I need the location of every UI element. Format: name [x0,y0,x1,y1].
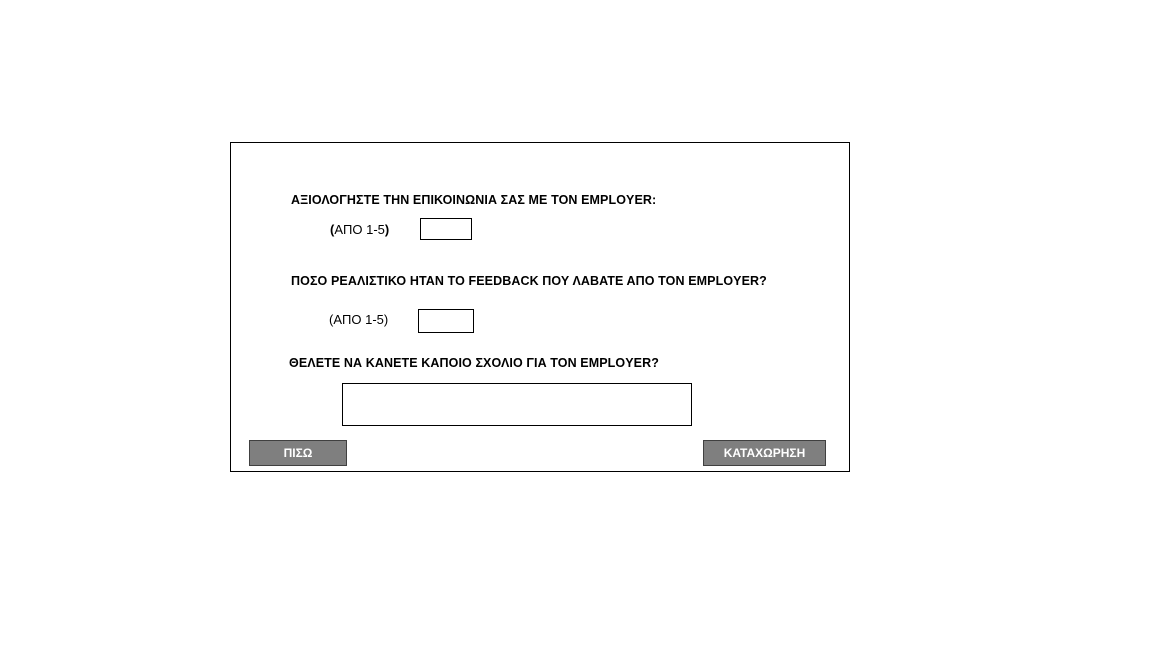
feedback-realism-scale-label: (ΑΠΟ 1-5) [329,312,389,327]
back-button[interactable]: ΠΙΣΩ [249,440,347,466]
communication-rating-scale-label: (ΑΠΟ 1-5) [330,222,389,237]
submit-button[interactable]: ΚΑΤΑΧΩΡΗΣΗ [703,440,826,466]
comment-question: ΘΕΛΕΤΕ ΝΑ ΚΑΝΕΤΕ ΚΑΠΟΙΟ ΣΧΟΛΙΟ ΓΙΑ ΤΟΝ E… [289,356,659,370]
employer-feedback-form: ΑΞΙΟΛΟΓΗΣΤΕ ΤΗΝ ΕΠΙΚΟΙΝΩΝΙΑ ΣΑΣ ΜΕ ΤΟΝ E… [230,142,850,472]
communication-rating-question: ΑΞΙΟΛΟΓΗΣΤΕ ΤΗΝ ΕΠΙΚΟΙΝΩΝΙΑ ΣΑΣ ΜΕ ΤΟΝ E… [291,193,657,207]
communication-rating-input[interactable] [420,218,472,240]
feedback-realism-question: ΠΟΣΟ ΡΕΑΛΙΣΤΙΚΟ ΗΤΑΝ ΤΟ FEEDBACK ΠΟΥ ΛΑΒ… [291,274,767,288]
feedback-realism-rating-input[interactable] [418,309,474,333]
page: ΑΞΙΟΛΟΓΗΣΤΕ ΤΗΝ ΕΠΙΚΟΙΝΩΝΙΑ ΣΑΣ ΜΕ ΤΟΝ E… [0,0,1152,648]
scale-range-text: ΑΠΟ 1-5 [334,222,385,237]
comment-textarea[interactable] [342,383,692,426]
scale-close-paren: ) [384,222,390,237]
